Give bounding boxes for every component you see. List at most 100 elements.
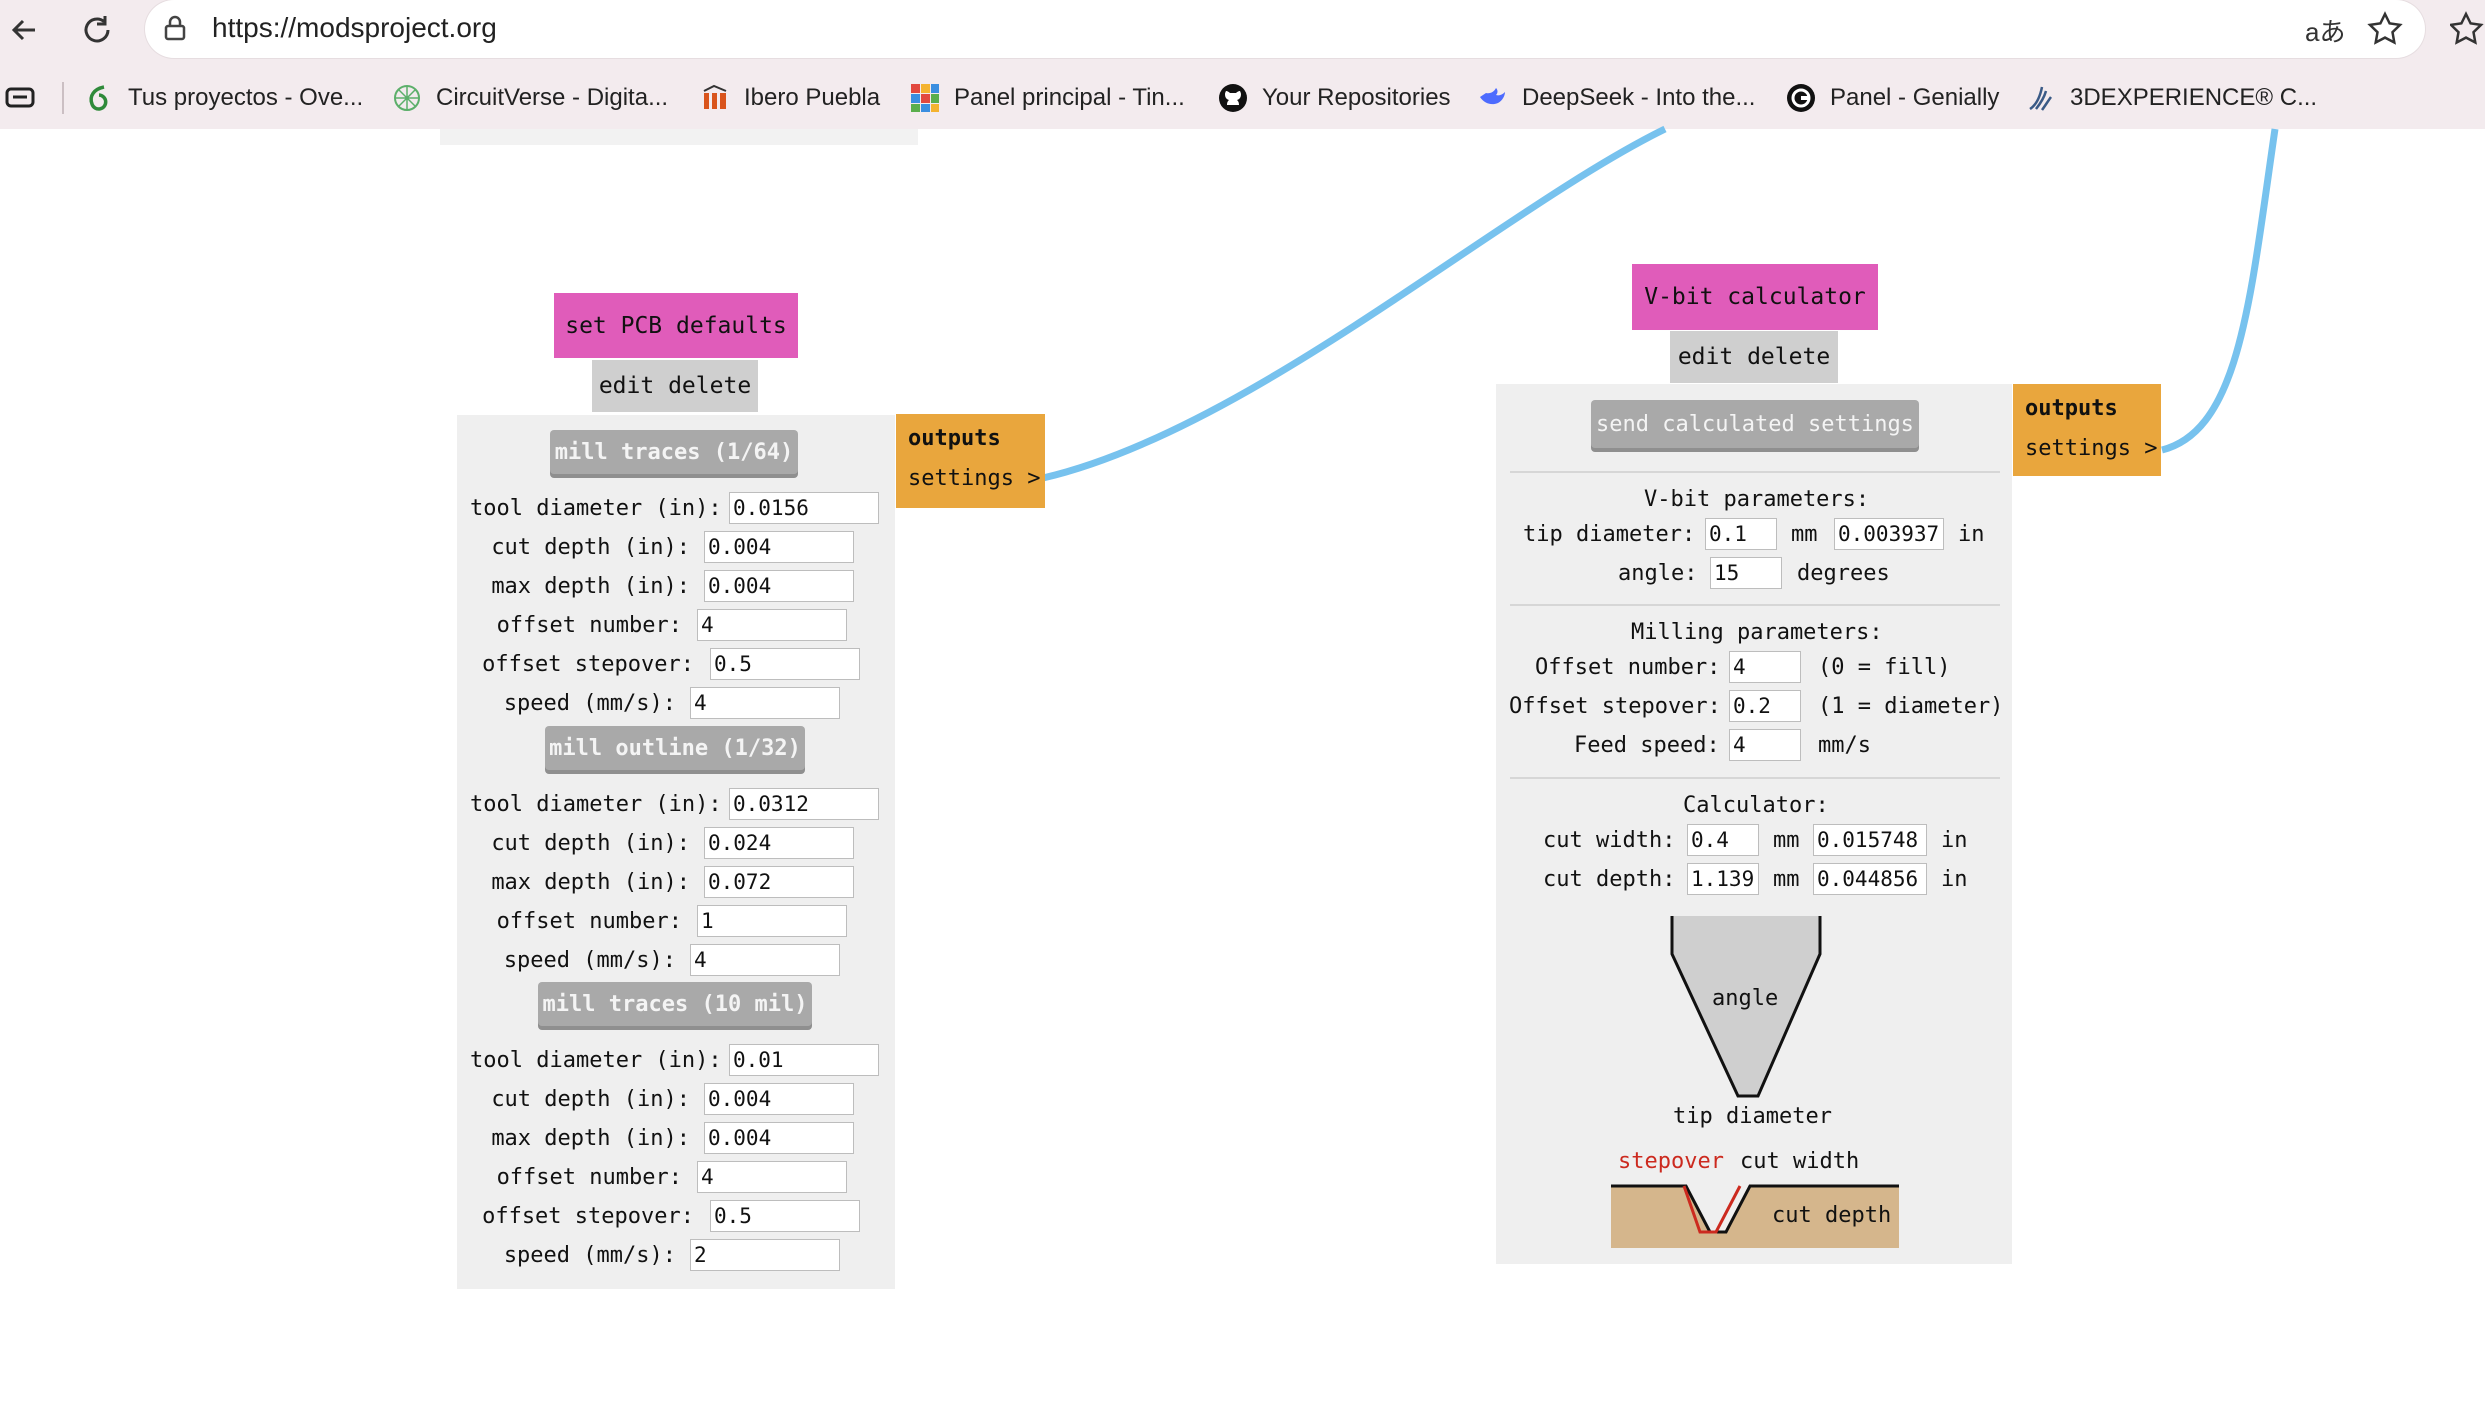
cut-width-mm-output[interactable]: 0.4 [1687, 824, 1759, 856]
tool-diameter-input[interactable]: 0.01 [729, 1044, 879, 1076]
tip-diameter-mm-input[interactable]: 0.1 [1705, 518, 1777, 550]
diagram-tip-diameter-label: tip diameter [1673, 1104, 1832, 1129]
offset-number-input[interactable]: 4 [697, 609, 847, 641]
field-label: max depth (in): [491, 870, 690, 895]
output-settings[interactable]: settings > [908, 466, 1040, 491]
diagram-cut-depth-label: cut depth [1772, 1203, 1892, 1228]
bookmark-label: 3DEXPERIENCE® C... [2070, 84, 2318, 111]
offset-number-hint: (0 = fill) [1818, 655, 1951, 680]
send-calculated-settings-button[interactable]: send calculated settings [1591, 400, 1919, 448]
back-arrow-icon[interactable] [5, 10, 45, 50]
outputs-panel: outputs settings > [2013, 384, 2161, 476]
module-edit-delete: edit delete [1670, 331, 1838, 383]
wire-layer [1042, 125, 2279, 482]
delete-button[interactable]: delete [668, 373, 751, 399]
offset-stepover-input[interactable]: 0.5 [710, 1200, 860, 1232]
diagram-cut-width-label: cut width [1740, 1149, 1860, 1174]
divider [1510, 604, 2000, 606]
diagram-stepover-label: stepover [1618, 1149, 1724, 1174]
mill-outline-132-button[interactable]: mill outline (1/32) [545, 726, 805, 770]
offset-number-label: Offset number: [1535, 655, 1721, 680]
edit-button[interactable]: edit [1678, 344, 1733, 370]
in-unit: in [1941, 828, 1968, 853]
translate-icon[interactable]: aあ [2305, 12, 2345, 49]
mill-traces-164-button[interactable]: mill traces (1/64) [550, 430, 798, 474]
bookmark-star-icon[interactable] [2367, 11, 2403, 47]
bookmarks-divider [62, 82, 64, 114]
feed-speed-label: Feed speed: [1574, 733, 1720, 758]
bookmark-circuitverse[interactable]: CircuitVerse - Digita... [392, 80, 668, 116]
mm-unit: mm [1773, 828, 1800, 853]
overleaf-icon [89, 85, 108, 111]
bookmark-ibero[interactable]: Ibero Puebla [700, 80, 880, 116]
module-title[interactable]: set PCB defaults [554, 293, 798, 358]
field-label: cut depth (in): [491, 535, 690, 560]
field-label: offset number: [496, 613, 682, 638]
bookmark-3dexperience[interactable]: 3DEXPERIENCE® C... [2026, 80, 2317, 116]
degrees-unit: degrees [1797, 561, 1890, 586]
cut-width-in-output[interactable]: 0.015748 [1813, 824, 1927, 856]
max-depth-input[interactable]: 0.004 [704, 570, 854, 602]
tool-diameter-input[interactable]: 0.0312 [729, 788, 879, 820]
tip-diameter-in-input[interactable]: 0.003937 [1834, 518, 1944, 550]
bookmarks-menu-icon[interactable] [4, 83, 36, 113]
field-label: tool diameter (in): [470, 496, 722, 521]
module-panel-partial [440, 129, 918, 145]
feed-speed-input[interactable]: 4 [1729, 729, 1801, 761]
field-label: cut depth (in): [491, 831, 690, 856]
reload-icon[interactable] [77, 10, 117, 50]
edit-button[interactable]: edit [599, 373, 654, 399]
cut-depth-input[interactable]: 0.024 [704, 827, 854, 859]
angle-input[interactable]: 15 [1710, 557, 1782, 589]
cut-width-label: cut width: [1543, 828, 1676, 853]
tip-diameter-label: tip diameter: [1523, 522, 1696, 547]
delete-button[interactable]: delete [1747, 344, 1830, 370]
bookmark-tinkercad[interactable]: Panel principal - Tin... [910, 80, 1185, 116]
cut-depth-mm-output[interactable]: 1.139 [1687, 863, 1759, 895]
module-title[interactable]: V-bit calculator [1632, 264, 1878, 330]
field-label: tool diameter (in): [470, 792, 722, 817]
cut-depth-input[interactable]: 0.004 [704, 531, 854, 563]
bookmark-label: Your Repositories [1262, 84, 1451, 111]
cut-depth-input[interactable]: 0.004 [704, 1083, 854, 1115]
offset-stepover-input[interactable]: 0.2 [1729, 690, 1801, 722]
bookmark-overleaf[interactable]: Tus proyectos - Ove... [84, 80, 363, 116]
bookmark-label: Panel - Genially [1830, 84, 2000, 111]
vbit-parameters-heading: V-bit parameters: [1644, 487, 1870, 512]
cut-depth-in-output[interactable]: 0.044856 [1813, 863, 1927, 895]
speed-input[interactable]: 2 [690, 1239, 840, 1271]
field-label: cut depth (in): [491, 1087, 690, 1112]
bookmark-github[interactable]: Your Repositories [1218, 80, 1451, 116]
max-depth-input[interactable]: 0.072 [704, 866, 854, 898]
speed-input[interactable]: 4 [690, 687, 840, 719]
field-label: offset number: [496, 1165, 682, 1190]
favorites-icon[interactable] [2450, 11, 2485, 47]
tinkercad-icon [911, 84, 939, 112]
outputs-panel: outputs settings > [896, 414, 1045, 508]
offset-number-input[interactable]: 4 [1729, 651, 1801, 683]
max-depth-input[interactable]: 0.004 [704, 1122, 854, 1154]
browser-chrome: https://modsproject.org aあ Tus proyectos… [0, 0, 2485, 129]
calculator-heading: Calculator: [1683, 793, 1829, 818]
genially-icon [1787, 84, 1815, 112]
address-bar[interactable]: https://modsproject.org aあ [145, 0, 2425, 58]
bookmark-deepseek[interactable]: DeepSeek - Into the... [1478, 80, 1755, 116]
bookmark-genially[interactable]: Panel - Genially [1786, 80, 1999, 116]
milling-parameters-heading: Milling parameters: [1631, 620, 1883, 645]
circuitverse-icon [394, 85, 420, 111]
mill-traces-10mil-button[interactable]: mill traces (10 mil) [538, 982, 812, 1026]
output-settings[interactable]: settings > [2025, 436, 2157, 461]
angle-label: angle: [1618, 561, 1698, 586]
speed-input[interactable]: 4 [690, 944, 840, 976]
site-info-icon[interactable] [160, 13, 190, 43]
offset-stepover-input[interactable]: 0.5 [710, 648, 860, 680]
deepseek-icon [1480, 88, 1505, 105]
offset-number-input[interactable]: 1 [697, 905, 847, 937]
offset-number-input[interactable]: 4 [697, 1161, 847, 1193]
in-unit: in [1958, 522, 1985, 547]
tool-diameter-input[interactable]: 0.0156 [729, 492, 879, 524]
bookmark-label: DeepSeek - Into the... [1522, 84, 1756, 111]
connection-wire [2161, 128, 2279, 454]
offset-stepover-hint: (1 = diameter) [1818, 694, 2004, 719]
field-label: offset stepover: [482, 652, 694, 677]
